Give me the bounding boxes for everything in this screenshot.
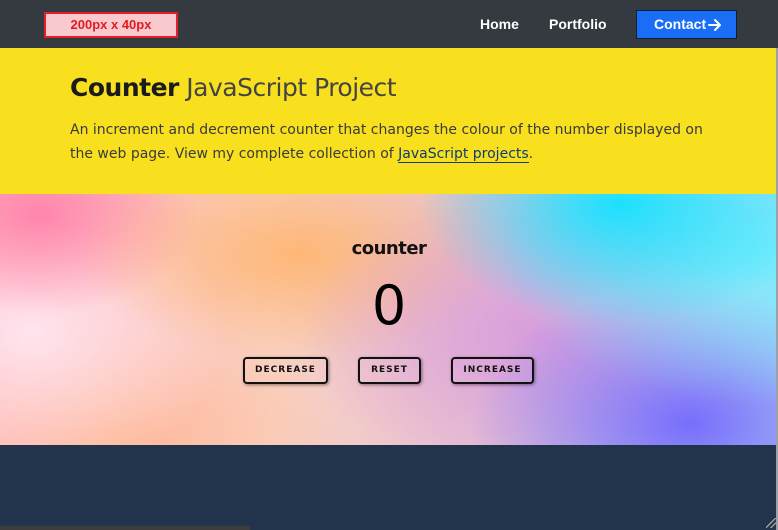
contact-button-label: Contact	[654, 16, 707, 32]
navbar: 200px x 40px Home Portfolio Contact	[0, 0, 778, 48]
footer	[0, 445, 778, 530]
arrow-right-icon	[708, 19, 721, 31]
hero-section: Counter JavaScript Project An increment …	[0, 48, 778, 194]
increase-button[interactable]: INCREASE	[451, 357, 534, 384]
javascript-projects-link[interactable]: JavaScript projects	[398, 146, 529, 163]
description-end: .	[528, 146, 534, 162]
page-title-rest: JavaScript Project	[178, 73, 397, 102]
reset-button[interactable]: RESET	[358, 357, 421, 384]
counter-value: 0	[371, 274, 407, 337]
resize-grip-icon[interactable]	[766, 518, 776, 528]
description-text: An increment and decrement counter that …	[70, 122, 703, 162]
page-title-strong: Counter	[70, 73, 179, 102]
nav-link-home[interactable]: Home	[480, 16, 519, 33]
decrease-button[interactable]: DECREASE	[243, 357, 328, 384]
contact-button[interactable]: Contact	[636, 10, 737, 39]
nav-link-portfolio[interactable]: Portfolio	[549, 16, 607, 33]
counter-title: counter	[351, 238, 427, 259]
counter-section: counter 0 DECREASE RESET INCREASE	[0, 194, 778, 445]
horizontal-scrollbar[interactable]	[0, 526, 250, 530]
page-description: An increment and decrement counter that …	[70, 118, 710, 166]
logo-placeholder[interactable]: 200px x 40px	[44, 12, 178, 38]
page-title: Counter JavaScript Project	[70, 72, 397, 104]
